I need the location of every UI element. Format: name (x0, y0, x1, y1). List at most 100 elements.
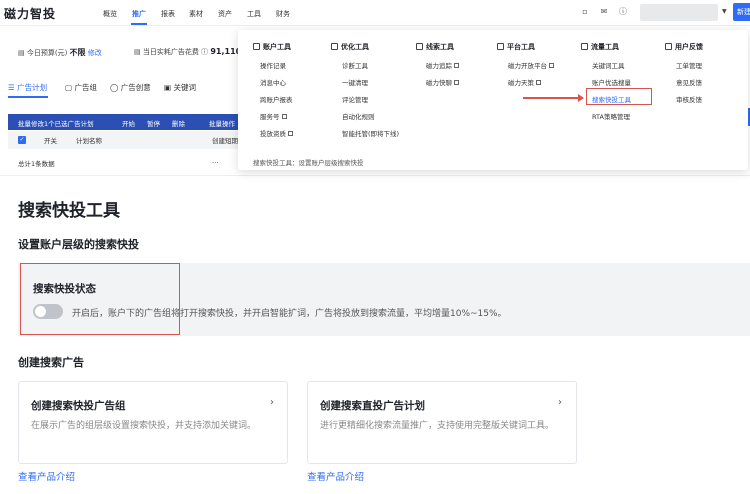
menu-review-feedback[interactable]: 审核反馈 (676, 94, 702, 104)
menu-diagnose[interactable]: 诊断工具 (342, 60, 368, 70)
toggle-knob[interactable] (35, 306, 46, 317)
column-title: 账户工具 (263, 43, 291, 51)
annotation-status-box (20, 263, 180, 335)
brand-logo[interactable]: 磁力智投 (4, 5, 56, 22)
page-title: 搜索快投工具 (18, 201, 120, 221)
tab-label: 广告创意 (120, 83, 151, 92)
tab-label: 广告组 (74, 83, 97, 92)
wallet-icon: ▤ (18, 49, 25, 57)
menu-label: 磁力快聊 (426, 79, 452, 87)
nav-overview[interactable]: 概览 (103, 9, 117, 19)
menu-keyword-tool[interactable]: 关键词工具 (592, 60, 625, 70)
annotation-arrow-head (578, 94, 584, 102)
col-lead-tools: 线索工具 (416, 42, 454, 52)
column-title: 线索工具 (426, 43, 454, 51)
external-link-icon (454, 80, 459, 85)
nav-assets[interactable]: 资产 (218, 9, 232, 19)
menu-search-volume[interactable]: 账户优选搜量 (592, 77, 631, 87)
nav-tools[interactable]: 工具 (247, 9, 261, 19)
chevron-down-icon[interactable]: ▼ (722, 8, 727, 15)
menu-ticket[interactable]: 工单管理 (676, 60, 702, 70)
account-selector[interactable] (640, 4, 718, 21)
batch-edit-label[interactable]: 批量修改1个已选广告计划 (18, 118, 94, 128)
card-title[interactable]: 创建搜索直投广告计划 (320, 398, 425, 413)
menu-rta-strategy[interactable]: RTA策略管理 (592, 111, 630, 121)
create-section-title: 创建搜索广告 (18, 356, 84, 369)
lead-icon (416, 43, 423, 50)
external-link-icon (454, 63, 459, 68)
status-description: 开启后，账户下的广告组将打开搜索快投，并开启智能扩词，广告将投放到搜索流量，平均… (72, 309, 507, 319)
enable-button[interactable]: 开始 (122, 118, 135, 128)
learn-more-link[interactable]: 查看产品介绍 (307, 469, 364, 483)
card-title[interactable]: 创建搜索快投广告组 (31, 398, 126, 413)
nav-report[interactable]: 报表 (161, 9, 175, 19)
col-platform-tools: 平台工具 (497, 42, 535, 52)
pause-button[interactable]: 暂停 (147, 118, 160, 128)
menu-label: 磁力开放平台 (508, 62, 547, 70)
tab-ad-group[interactable]: ▢ 广告组 (65, 82, 97, 93)
external-link-icon (549, 63, 554, 68)
platform-icon (497, 43, 504, 50)
menu-auto-rules[interactable]: 自动化规则 (342, 111, 375, 121)
select-all-checkbox[interactable]: ✓ (18, 136, 26, 144)
col-plan-name: 计划名称 (76, 137, 102, 145)
budget-stat: ▤ 今日预算(元) 不限 修改 (18, 47, 102, 58)
divider (0, 175, 750, 176)
message-icon[interactable]: ✉ (599, 7, 609, 17)
menu-label: 投放资质 (260, 130, 286, 138)
menu-magnetic-track[interactable]: 磁力追踪 (426, 60, 459, 70)
card-description: 进行更精细化搜索流量推广，支持使用完整版关键词工具。 (320, 421, 555, 431)
tab-keywords[interactable]: ▣ 关键词 (164, 82, 196, 93)
nav-material[interactable]: 素材 (189, 9, 203, 19)
traffic-icon (581, 43, 588, 50)
budget-label: 今日预算(元) (26, 49, 68, 57)
external-link-icon (288, 131, 293, 136)
tab-ad-creative[interactable]: ◯ 广告创意 (110, 82, 151, 93)
status-title: 搜索快投状态 (33, 283, 96, 295)
external-link-icon (536, 80, 541, 85)
notification-icon[interactable]: ▫ (580, 7, 590, 17)
batch-ops-button[interactable]: 批量操作 (209, 118, 235, 128)
spend-label: 当日实耗广告花费 (142, 48, 199, 56)
budget-edit-link[interactable]: 修改 (88, 49, 102, 57)
menu-tiance[interactable]: 磁力天策 (508, 77, 541, 87)
optimize-icon (331, 43, 338, 50)
menu-smart-hosting[interactable]: 智能托管(即将下线) (342, 128, 399, 138)
column-title: 平台工具 (507, 43, 535, 51)
creative-icon: ◯ (110, 83, 119, 92)
delete-button[interactable]: 删除 (172, 118, 185, 128)
menu-magnetic-chat[interactable]: 磁力快聊 (426, 77, 459, 87)
column-title: 流量工具 (591, 43, 619, 51)
menu-message-center[interactable]: 消息中心 (260, 77, 286, 87)
group-icon: ▢ (65, 83, 73, 92)
new-button[interactable]: 新建 (733, 3, 750, 21)
col-switch: 开关 (44, 137, 57, 145)
nav-promotion[interactable]: 推广 (132, 9, 146, 19)
menu-qualification[interactable]: 投放资质 (260, 128, 293, 138)
info-icon: ⓘ (201, 48, 209, 56)
col-feedback: 用户反馈 (665, 42, 703, 52)
menu-cross-report[interactable]: 跨账户报表 (260, 94, 293, 104)
help-icon[interactable]: ⓘ (618, 7, 628, 17)
menu-label: 服务号 (260, 113, 280, 121)
col-optimize-tools: 优化工具 (331, 42, 369, 52)
budget-value: 不限 (69, 48, 86, 57)
menu-comment-manage[interactable]: 评论管理 (342, 94, 368, 104)
col-created: 创建短期 (212, 137, 238, 145)
nav-active-indicator (131, 23, 147, 25)
menu-service-account[interactable]: 服务号 (260, 111, 287, 121)
tab-ad-plan[interactable]: ☰ 广告计划 (8, 82, 47, 93)
chevron-right-icon[interactable]: › (558, 397, 562, 408)
menu-suggestion[interactable]: 意见反馈 (676, 77, 702, 87)
feedback-icon (665, 43, 672, 50)
menu-open-platform[interactable]: 磁力开放平台 (508, 60, 554, 70)
nav-finance[interactable]: 财务 (276, 9, 290, 19)
menu-operation-log[interactable]: 操作记录 (260, 60, 286, 70)
total-count: 总计1条数据 (18, 160, 55, 168)
menu-one-click-clean[interactable]: 一键清理 (342, 77, 368, 87)
section-subtitle: 设置账户层级的搜索快投 (18, 238, 139, 251)
tab-active-indicator (8, 96, 48, 98)
chevron-right-icon[interactable]: › (270, 397, 274, 408)
more-cell: ... (212, 157, 219, 165)
learn-more-link[interactable]: 查看产品介绍 (18, 469, 75, 483)
